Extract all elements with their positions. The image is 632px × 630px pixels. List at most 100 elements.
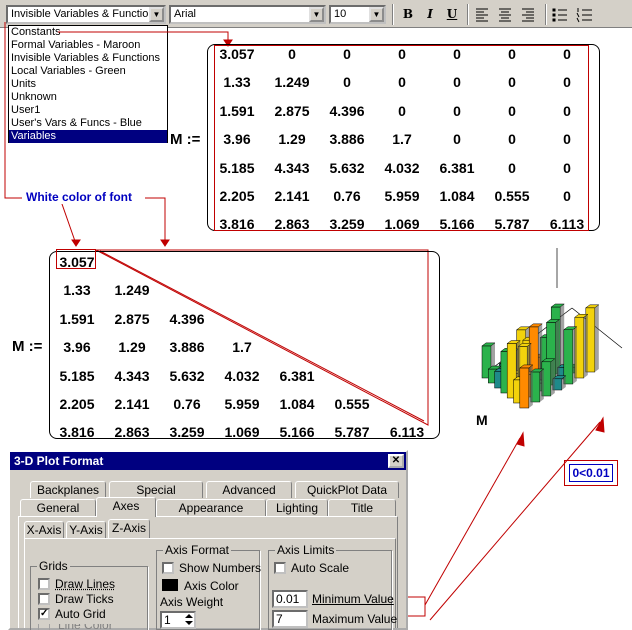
minimum-value: 0.01 bbox=[276, 592, 299, 606]
tab-general[interactable]: General bbox=[20, 499, 96, 516]
minimum-value-label: Minimum Value bbox=[312, 592, 394, 606]
matrix-cell: 1.069 bbox=[214, 424, 270, 440]
tab-z-axis[interactable]: Z-Axis bbox=[108, 519, 150, 539]
matrix-cell: 4.032 bbox=[214, 368, 270, 384]
axis-color-label: Axis Color bbox=[184, 579, 239, 593]
connector-line bbox=[5, 22, 22, 198]
matrix-cell: 5.632 bbox=[319, 160, 375, 176]
axis-color-swatch[interactable] bbox=[162, 579, 178, 591]
auto-scale-label: Auto Scale bbox=[291, 561, 349, 575]
matrix-cell: 1.33 bbox=[49, 282, 105, 298]
axis-format-label: Axis Format bbox=[163, 543, 231, 557]
tab-special[interactable]: Special bbox=[109, 481, 203, 498]
connector-line bbox=[145, 198, 165, 244]
matrix-cell: 0 bbox=[429, 103, 485, 119]
matrix-cell: 3.96 bbox=[209, 131, 265, 147]
matrix-cell: 1.29 bbox=[104, 339, 160, 355]
axis-weight-value: 1 bbox=[164, 613, 171, 627]
matrix-cell: 1.33 bbox=[209, 74, 265, 90]
matrix-cell: 1.084 bbox=[429, 188, 485, 204]
line-color-label: Line Color bbox=[58, 624, 113, 630]
tab-y-axis[interactable]: Y-Axis bbox=[66, 521, 106, 538]
matrix-cell: 0 bbox=[484, 160, 540, 176]
matrix-cell: 0 bbox=[539, 160, 595, 176]
spinner-icon[interactable] bbox=[184, 613, 194, 627]
matrix-cell: 5.166 bbox=[269, 424, 325, 440]
matrix-cell: 0 bbox=[539, 74, 595, 90]
matrix-cell: 5.959 bbox=[214, 396, 270, 412]
matrix-cell: 0 bbox=[319, 46, 375, 62]
matrix-cell: 0 bbox=[319, 74, 375, 90]
matrix-cell: 2.141 bbox=[104, 396, 160, 412]
matrix-cell: 3.259 bbox=[159, 424, 215, 440]
auto-grid-checkbox[interactable]: ✓ bbox=[38, 608, 50, 620]
bar-side bbox=[540, 369, 544, 402]
matrix-cell: 0 bbox=[429, 74, 485, 90]
matrix-cell: 0.76 bbox=[159, 396, 215, 412]
show-numbers-label: Show Numbers bbox=[179, 561, 261, 575]
matrix-label: M := bbox=[170, 131, 200, 148]
tab-lighting[interactable]: Lighting bbox=[266, 499, 328, 516]
minimum-value-input[interactable]: 0.01 bbox=[272, 590, 308, 608]
matrix-cell: 0 bbox=[264, 46, 320, 62]
matrix-cell: 5.185 bbox=[49, 368, 105, 384]
tab-appearance[interactable]: Appearance bbox=[156, 499, 266, 516]
tab-advanced[interactable]: Advanced bbox=[206, 481, 292, 498]
matrix-cell: 1.069 bbox=[374, 216, 430, 232]
tab-axes[interactable]: Axes bbox=[96, 497, 156, 517]
tab-x-axis[interactable]: X-Axis bbox=[24, 521, 64, 538]
maximum-value-input[interactable]: 7 bbox=[272, 610, 308, 628]
matrix-cell: 3.057 bbox=[209, 46, 265, 62]
axis-weight-label: Axis Weight bbox=[160, 595, 223, 609]
matrix-cell: 0 bbox=[374, 74, 430, 90]
range-annotation: 0<0.01 bbox=[569, 464, 613, 482]
matrix-cell: 3.886 bbox=[319, 131, 375, 147]
3d-bar-plot[interactable] bbox=[462, 248, 632, 438]
arrow-icon bbox=[72, 240, 80, 246]
grids-label: Grids bbox=[37, 559, 70, 573]
matrix-cell: 1.591 bbox=[209, 103, 265, 119]
connector-line bbox=[425, 438, 520, 605]
line-color-button[interactable]: Line Color bbox=[38, 624, 148, 630]
bar-side bbox=[584, 314, 588, 378]
matrix-cell: 0 bbox=[539, 103, 595, 119]
auto-scale-checkbox[interactable] bbox=[274, 562, 286, 574]
dialog-titlebar[interactable]: 3-D Plot Format ✕ bbox=[10, 452, 406, 470]
bar-side bbox=[573, 327, 577, 384]
axis-limits-label: Axis Limits bbox=[275, 543, 336, 557]
matrix-cell: 1.591 bbox=[49, 311, 105, 327]
maximum-value-label: Maximum Value bbox=[312, 612, 397, 626]
matrix-cell: 1.7 bbox=[214, 339, 270, 355]
matrix-cell: 4.396 bbox=[159, 311, 215, 327]
tab-quickplot-data[interactable]: QuickPlot Data bbox=[295, 481, 399, 498]
matrix-cell: 0.76 bbox=[319, 188, 375, 204]
matrix-cell: 2.205 bbox=[209, 188, 265, 204]
matrix-cell: 3.259 bbox=[319, 216, 375, 232]
connector-line bbox=[430, 422, 600, 620]
show-numbers-checkbox[interactable] bbox=[162, 562, 174, 574]
matrix-cell: 3.96 bbox=[49, 339, 105, 355]
plot-format-dialog: 3-D Plot Format ✕ Backplanes Special Adv… bbox=[8, 450, 408, 630]
matrix-cell: 0 bbox=[429, 131, 485, 147]
matrix-cell: 2.863 bbox=[264, 216, 320, 232]
matrix-cell: 2.875 bbox=[264, 103, 320, 119]
range-annotation-box: 0<0.01 bbox=[564, 460, 618, 486]
matrix-cell: 3.886 bbox=[159, 339, 215, 355]
tab-backplanes[interactable]: Backplanes bbox=[30, 481, 106, 498]
matrix-cell: 1.249 bbox=[104, 282, 160, 298]
close-button[interactable]: ✕ bbox=[388, 454, 404, 468]
matrix-cell: 0 bbox=[484, 46, 540, 62]
matrix-cell: 5.787 bbox=[484, 216, 540, 232]
bar-side bbox=[529, 365, 533, 408]
draw-ticks-checkbox[interactable] bbox=[38, 593, 50, 605]
matrix-cell: 4.032 bbox=[374, 160, 430, 176]
bar-side bbox=[595, 305, 599, 372]
dialog-title: 3-D Plot Format bbox=[14, 454, 103, 468]
matrix-cell: 0 bbox=[539, 131, 595, 147]
matrix-cell: 1.7 bbox=[374, 131, 430, 147]
matrix-cell: 1.249 bbox=[264, 74, 320, 90]
matrix-cell: 0 bbox=[429, 46, 485, 62]
tab-title[interactable]: Title bbox=[328, 499, 396, 516]
draw-lines-checkbox[interactable] bbox=[38, 578, 50, 590]
matrix-cell: 0 bbox=[374, 46, 430, 62]
